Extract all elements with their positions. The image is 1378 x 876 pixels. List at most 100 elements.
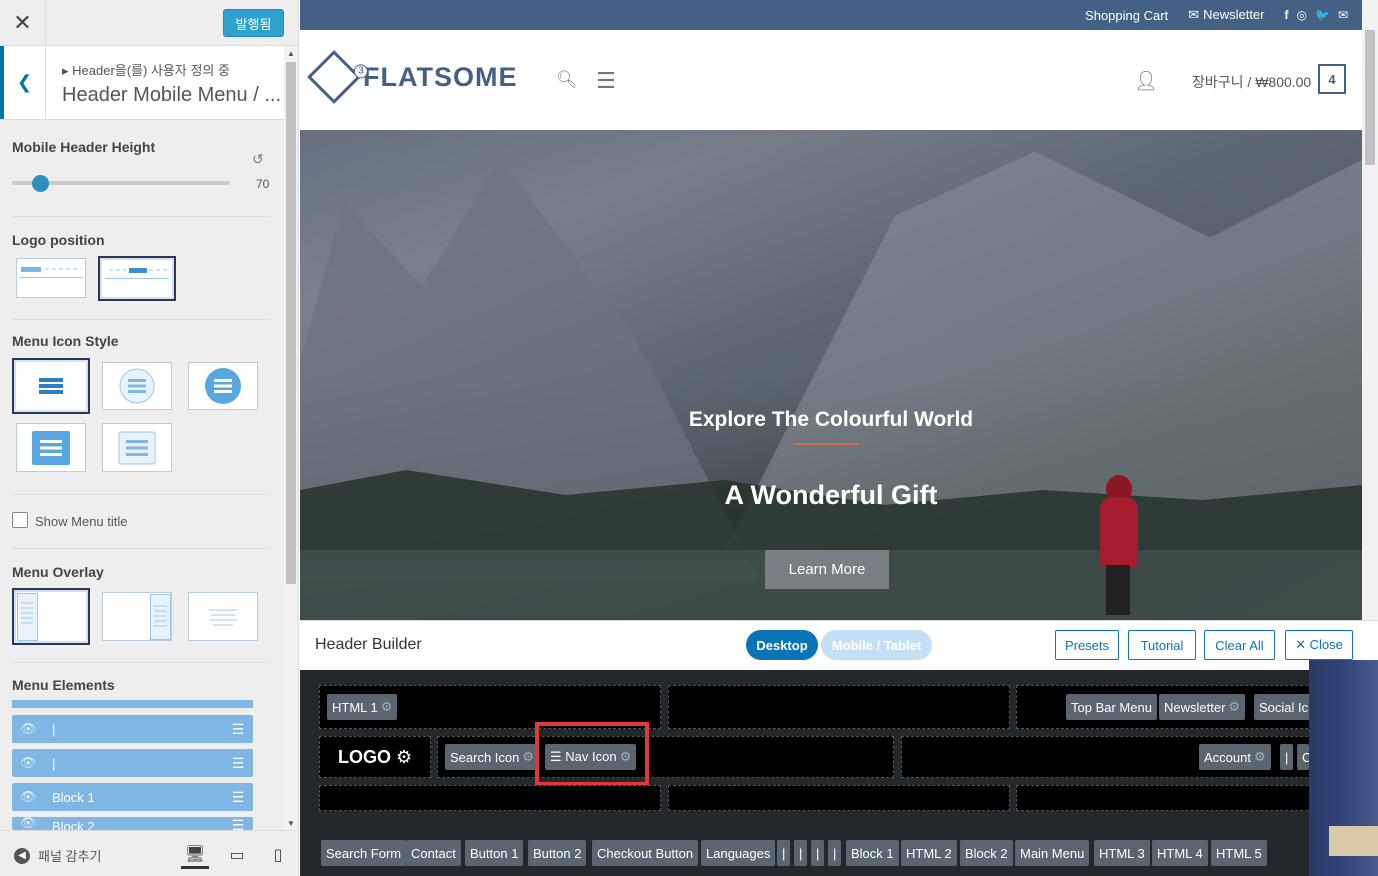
- close-builder-button[interactable]: ✕ Close: [1285, 630, 1353, 660]
- publish-button[interactable]: 발행됨: [223, 9, 284, 37]
- menu-icon-style-square-filled[interactable]: [16, 423, 86, 472]
- twitter-icon[interactable]: 🐦: [1315, 8, 1330, 22]
- element-html-5[interactable]: HTML 5: [1211, 840, 1267, 866]
- tutorial-button[interactable]: Tutorial: [1128, 630, 1196, 660]
- eye-icon[interactable]: 👁: [12, 789, 42, 805]
- menu-element-item[interactable]: 👁 Block 1 ☰: [12, 783, 253, 811]
- menu-icon-style-square-outline[interactable]: [102, 423, 172, 472]
- eye-icon[interactable]: 👁: [12, 721, 42, 737]
- drop-zone-top-center[interactable]: [668, 685, 1010, 729]
- eye-icon[interactable]: 👁: [12, 817, 42, 830]
- show-menu-title-checkbox[interactable]: [12, 512, 28, 528]
- element-block-2[interactable]: Block 2: [960, 840, 1013, 866]
- element-button-1[interactable]: Button 1: [465, 840, 524, 866]
- element-checkout-button[interactable]: Checkout Button: [592, 840, 699, 866]
- height-slider-knob[interactable]: [32, 175, 50, 192]
- panel-scroll-thumb[interactable]: [286, 62, 296, 584]
- element-divider[interactable]: |: [777, 840, 791, 866]
- email-icon[interactable]: ✉: [1338, 8, 1348, 22]
- menu-overlay-left-option[interactable]: [12, 588, 90, 645]
- gear-icon[interactable]: ⚙: [396, 747, 412, 767]
- builder-element-html1[interactable]: HTML 1 ⚙: [327, 694, 398, 720]
- cart-label[interactable]: 장바구니 / ₩800.00: [1192, 72, 1311, 92]
- element-contact[interactable]: Contact: [406, 840, 461, 866]
- menu-icon-style-circle-outline[interactable]: [102, 362, 172, 410]
- clear-all-button[interactable]: Clear All: [1204, 630, 1275, 660]
- site-logo[interactable]: 3 FLATSOME: [307, 50, 518, 104]
- element-divider[interactable]: |: [828, 840, 842, 866]
- close-customizer-icon[interactable]: ✕: [0, 0, 46, 46]
- scroll-up-icon[interactable]: ▲: [284, 46, 298, 60]
- gear-icon[interactable]: ⚙: [522, 749, 534, 765]
- gear-icon[interactable]: ⚙: [1228, 699, 1240, 715]
- facebook-icon[interactable]: f: [1285, 8, 1289, 22]
- tab-desktop[interactable]: Desktop: [746, 630, 818, 660]
- drag-handle-icon[interactable]: ☰: [223, 789, 253, 806]
- menu-element-partial[interactable]: [12, 700, 253, 708]
- menu-icon-style-circle-filled[interactable]: [188, 362, 258, 410]
- menu-element-item[interactable]: 👁 Block 2 ☰: [12, 817, 253, 830]
- overlay-left-icon: [17, 592, 38, 641]
- nav-menu-icon[interactable]: ☰: [596, 68, 616, 94]
- builder-element-divider[interactable]: |: [1280, 744, 1294, 770]
- account-icon[interactable]: 👤︎: [1134, 69, 1158, 93]
- builder-element-search-icon[interactable]: Search Icon ⚙: [445, 744, 540, 770]
- drag-handle-icon[interactable]: ☰: [223, 755, 253, 772]
- presets-button[interactable]: Presets: [1055, 630, 1119, 660]
- drop-zone-bottom-center[interactable]: [668, 785, 1010, 811]
- drag-handle-icon[interactable]: ☰: [223, 817, 253, 830]
- logo-position-left-option[interactable]: [16, 258, 86, 298]
- preview-scrollbar[interactable]: [1362, 0, 1378, 620]
- element-languages[interactable]: Languages: [701, 840, 776, 866]
- tablet-preview-icon[interactable]: ▭: [223, 841, 251, 869]
- logo-position-center-option[interactable]: [98, 256, 176, 301]
- back-arrow-icon[interactable]: ❮: [0, 46, 46, 119]
- panel-footer: ◀ 패널 감추기 🖥 ▭ ▯: [0, 830, 298, 876]
- menu-overlay-center-option[interactable]: [188, 592, 258, 641]
- element-divider[interactable]: |: [794, 840, 808, 866]
- menu-icon-style-plain[interactable]: [12, 358, 90, 414]
- element-html-2[interactable]: HTML 2: [901, 840, 957, 866]
- eye-icon[interactable]: 👁: [12, 755, 42, 771]
- builder-element-newsletter[interactable]: Newsletter ⚙: [1159, 694, 1246, 720]
- element-search-form[interactable]: Search Form: [321, 840, 407, 866]
- drag-handle-icon[interactable]: ☰: [223, 721, 253, 738]
- builder-element-cart[interactable]: C: [1297, 744, 1309, 770]
- search-icon[interactable]: 🔍︎: [556, 70, 578, 90]
- mobile-preview-icon[interactable]: ▯: [264, 841, 292, 869]
- logo-left-layout-icon: [19, 267, 83, 278]
- cart-count-badge[interactable]: 4: [1318, 64, 1346, 94]
- drop-zone-bottom-left[interactable]: [319, 785, 661, 811]
- builder-element-top-bar-menu[interactable]: Top Bar Menu: [1066, 694, 1157, 720]
- builder-element-social-icons[interactable]: Social Ic: [1254, 694, 1310, 720]
- logo-text: FLATSOME: [363, 61, 518, 92]
- instagram-icon[interactable]: ◎: [1297, 8, 1307, 22]
- panel-scrollbar[interactable]: ▲ ▼: [284, 46, 298, 830]
- breadcrumb-sub: ▸ Header을(를) 사용자 정의 중: [62, 63, 230, 78]
- hide-panel-control[interactable]: ◀ 패널 감추기: [14, 846, 101, 865]
- element-block-1[interactable]: Block 1: [846, 840, 899, 866]
- learn-more-button[interactable]: Learn More: [765, 550, 889, 589]
- divider: [12, 662, 270, 663]
- reset-icon[interactable]: ↺: [252, 151, 264, 168]
- element-divider[interactable]: |: [811, 840, 825, 866]
- header-builder-canvas: HTML 1 ⚙ Top Bar Menu Newsletter ⚙ Social …: [300, 670, 1378, 876]
- overlay-center-icon: [209, 609, 237, 625]
- scroll-down-icon[interactable]: ▼: [284, 816, 298, 830]
- gear-icon[interactable]: ⚙: [381, 699, 393, 715]
- gear-icon[interactable]: ⚙: [1254, 749, 1266, 765]
- builder-logo-element[interactable]: LOGO ⚙: [338, 747, 412, 768]
- element-html-3[interactable]: HTML 3: [1094, 840, 1150, 866]
- menu-element-item[interactable]: 👁 | ☰: [12, 715, 253, 743]
- menu-overlay-right-option[interactable]: [102, 592, 172, 641]
- topbar-shopping-cart-link[interactable]: Shopping Cart: [1085, 8, 1168, 23]
- tab-mobile-tablet[interactable]: Mobile / Tablet: [821, 630, 932, 660]
- element-button-2[interactable]: Button 2: [528, 840, 587, 866]
- element-main-menu[interactable]: Main Menu: [1015, 840, 1090, 866]
- preview-scroll-thumb[interactable]: [1365, 30, 1375, 165]
- element-html-4[interactable]: HTML 4: [1152, 840, 1208, 866]
- builder-element-account[interactable]: Account ⚙: [1199, 744, 1271, 770]
- desktop-preview-icon[interactable]: 🖥: [181, 841, 209, 869]
- menu-element-item[interactable]: 👁 | ☰: [12, 749, 253, 777]
- topbar-newsletter-link[interactable]: ✉ Newsletter: [1188, 7, 1264, 23]
